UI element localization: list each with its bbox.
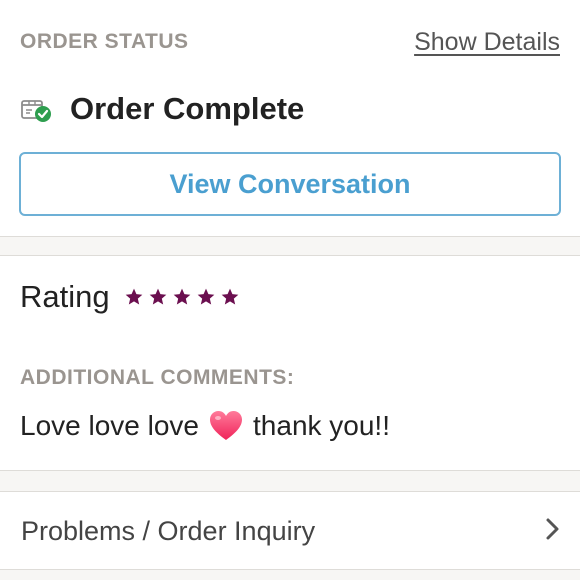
order-inquiry-row[interactable]: Problems / Order Inquiry [0,493,580,569]
rating-label: Rating [20,279,110,314]
section-divider [0,470,580,492]
section-divider [0,236,580,256]
heart-icon [209,410,243,442]
order-status-header: ORDER STATUS Show Details [20,24,560,60]
star-icon [125,288,142,305]
comment-text: Love love love thank you!! [20,410,390,442]
star-icon [221,288,238,305]
order-detail-page: ORDER STATUS Show Details Order Complete… [0,0,580,580]
section-divider [0,569,580,580]
order-status-text: Order Complete [70,91,305,126]
package-check-icon [20,93,54,125]
view-conversation-button[interactable]: View Conversation [19,152,561,216]
order-inquiry-label: Problems / Order Inquiry [21,515,316,546]
order-status-row: Order Complete [20,88,304,130]
star-icon [197,288,214,305]
chevron-right-icon [544,517,562,546]
comment-text-after: thank you!! [253,410,390,441]
rating-stars [124,287,244,307]
star-icon [173,288,190,305]
rating-row: Rating [20,276,244,318]
star-icon [149,288,166,305]
additional-comments-label: ADDITIONAL COMMENTS: [20,366,295,389]
show-details-link[interactable]: Show Details [414,28,560,57]
order-status-label: ORDER STATUS [20,30,189,53]
comment-text-before: Love love love [20,410,200,441]
